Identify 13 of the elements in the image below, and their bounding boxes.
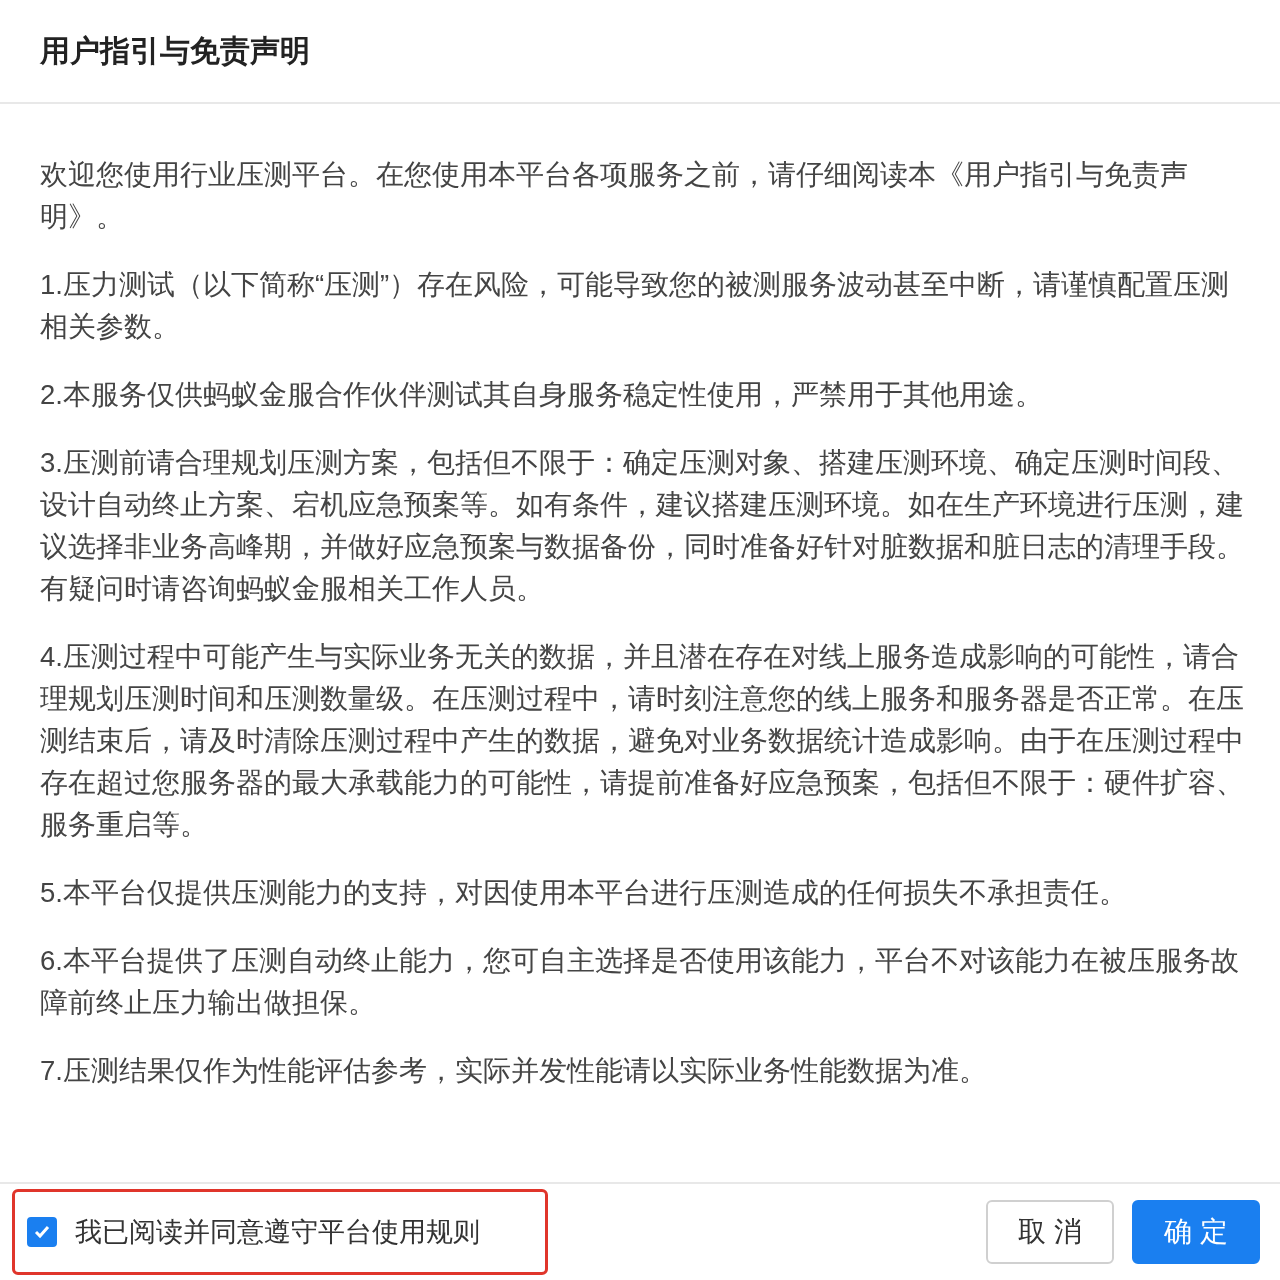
paragraph: 5.本平台仅提供压测能力的支持，对因使用本平台进行压测造成的任何损失不承担责任。 <box>40 876 1128 910</box>
checkbox[interactable] <box>27 1217 57 1247</box>
cancel-button[interactable]: 取 消 <box>986 1200 1114 1264</box>
confirm-button[interactable]: 确 定 <box>1132 1200 1260 1264</box>
paragraph: 3.压测前请合理规划压测方案，包括但不限于：确定压测对象、搭建压测环境、确定压测时间段、设计自动终止方案、宕机应急预案等。如有条件，建议搭建压测环境。如在生产环境进行压测，建议选择非业务高峰期，并做好应急预案与数据备份，同时准备好针对脏数据和脏日志的清理手段。有疑问时请咨询蚂蚁金服相关工作人员。 <box>40 446 1244 606</box>
paragraph: 1.压力测试（以下简称“压测”）存在风险，可能导致您的被测服务波动甚至中断，请谨慎配置压测相关参数。 <box>40 268 1231 344</box>
paragraph: 2.本服务仅供蚂蚁金服合作伙伴测试其自身服务稳定性使用，严禁用于其他用途。 <box>40 378 1044 412</box>
agreement-label[interactable]: 我已阅读并同意遵守平台使用规则 <box>75 1214 480 1250</box>
paragraph: 7.压测结果仅作为性能评估参考，实际并发性能请以实际业务性能数据为准。 <box>40 1054 988 1088</box>
paragraph: 4.压测过程中可能产生与实际业务无关的数据，并且潜在存在对线上服务造成影响的可能性，请合理规划压测时间和压测数量级。在压测过程中，请时刻注意您的线上服务和服务器是否正常。在压测结束后，请及时清除压测过程中产生的数据，避免对业务数据统计造成影响。由于在压测过程中存在超过您服务器的最大承载能力的可能性，请提前准备好应急预案，包括但不限于：硬件扩容、服务重启等。 <box>40 640 1244 842</box>
paragraph: 6.本平台提供了压测自动终止能力，您可自主选择是否使用该能力，平台不对该能力在被压服务故障前终止压力输出做担保。 <box>40 944 1240 1020</box>
dialog-title: 用户指引与免责声明 <box>40 32 310 69</box>
paragraph: 欢迎您使用行业压测平台。在您使用本平台各项服务之前，请仔细阅读本《用户指引与免责声明》。 <box>40 158 1189 234</box>
